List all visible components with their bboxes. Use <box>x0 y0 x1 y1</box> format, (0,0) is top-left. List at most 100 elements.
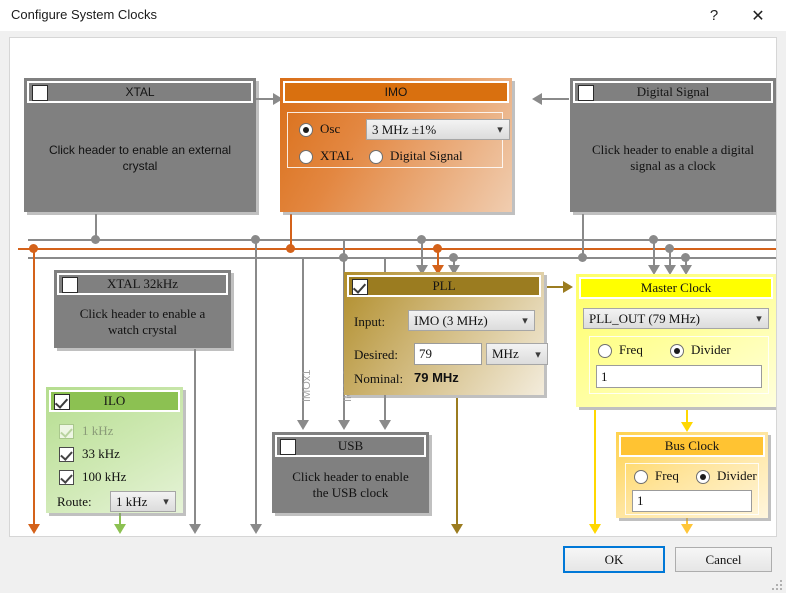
arrow-xtal-output <box>250 524 262 534</box>
block-pll-enable-checkbox[interactable] <box>352 279 368 295</box>
ilo-checkbox-33khz-label: 33 kHz <box>82 446 120 462</box>
wire-dot-pll-feed1 <box>417 235 426 244</box>
imo-radio-digital[interactable] <box>369 150 383 164</box>
block-imo-title: IMO <box>385 85 408 99</box>
wire-dot-mclk-feed1 <box>649 235 658 244</box>
resize-grip[interactable] <box>770 578 782 590</box>
pll-input-combo[interactable]: IMO (3 MHz) ▾ <box>408 310 535 331</box>
block-imo-body: Osc 3 MHz ±1% ▾ XTAL Digital Signal <box>283 106 509 206</box>
arrow-masterclk-output <box>589 524 601 534</box>
imo-radio-osc-label: Osc <box>320 121 340 137</box>
wire-dot-mclk-feed2 <box>665 244 674 253</box>
master-clock-divider-input[interactable]: 1 <box>596 365 762 388</box>
block-usb-header[interactable]: USB <box>275 435 426 457</box>
master-clock-radio-divider-label: Divider <box>691 342 731 358</box>
bus-clock-radio-freq[interactable] <box>634 470 648 484</box>
block-digital-signal-header[interactable]: Digital Signal <box>573 81 773 103</box>
wire-dot-pll-feed2 <box>433 244 442 253</box>
wire-dot-mclk-feed3 <box>681 253 690 262</box>
imo-radio-osc[interactable] <box>299 123 313 137</box>
block-xtal32-header[interactable]: XTAL 32kHz <box>57 273 228 295</box>
block-xtal[interactable]: XTAL Click header to enable an external … <box>24 78 256 212</box>
pll-unit-value: MHz <box>492 346 529 362</box>
close-icon[interactable]: ✕ <box>738 0 778 31</box>
block-ilo-title: ILO <box>104 393 126 409</box>
block-bus-clock[interactable]: Bus Clock Freq Divider 1 <box>616 432 768 518</box>
wire-xtal-rail-down <box>255 239 257 526</box>
pll-desired-value: 79 <box>419 346 432 362</box>
wire-dot-imo <box>286 244 295 253</box>
imo-frequency-value: 3 MHz ±1% <box>372 122 491 138</box>
block-usb[interactable]: USB Click header to enable the USB clock <box>272 432 429 513</box>
wire-dot-imo-rail <box>29 244 38 253</box>
ilo-checkbox-33khz[interactable] <box>59 447 74 462</box>
pll-desired-input[interactable]: 79 <box>414 343 482 365</box>
ilo-checkbox-100khz[interactable] <box>59 470 74 485</box>
arrow-imox2-usb <box>338 420 350 430</box>
block-ilo-header[interactable]: ILO <box>49 390 180 412</box>
wire-dot-pll-feed3 <box>449 253 458 262</box>
block-xtal-header[interactable]: XTAL <box>27 81 253 103</box>
block-pll[interactable]: PLL Input: IMO (3 MHz) ▾ Desired: 79 MHz… <box>344 272 544 395</box>
ok-button[interactable]: OK <box>563 546 665 573</box>
block-digital-signal-body: Click header to enable a digital signal … <box>573 106 773 206</box>
cancel-button[interactable]: Cancel <box>675 547 772 572</box>
wire-dot-xtal-rail <box>251 235 260 244</box>
wire-xtal32-down <box>194 349 196 526</box>
block-pll-header[interactable]: PLL <box>347 275 541 297</box>
block-digital-signal-enable-checkbox[interactable] <box>578 85 594 101</box>
block-xtal32-enable-checkbox[interactable] <box>62 277 78 293</box>
imo-frequency-combo[interactable]: 3 MHz ±1% ▾ <box>366 119 510 140</box>
block-bus-clock-body: Freq Divider 1 <box>619 460 765 512</box>
block-digital-signal[interactable]: Digital Signal Click header to enable a … <box>570 78 776 212</box>
pll-unit-combo[interactable]: MHz ▾ <box>486 343 548 365</box>
block-imo-header[interactable]: IMO <box>283 81 509 103</box>
block-usb-hint: Click header to enable the USB clock <box>275 469 426 501</box>
block-usb-body: Click header to enable the USB clock <box>275 460 426 507</box>
wire-dot-digital <box>578 253 587 262</box>
bus-clock-radio-divider[interactable] <box>696 470 710 484</box>
block-xtal-title: XTAL <box>125 85 154 99</box>
ilo-checkbox-1khz-label: 1 kHz <box>82 423 113 439</box>
pll-input-label: Input: <box>354 314 385 330</box>
help-button[interactable]: ? <box>694 0 734 31</box>
imo-radio-xtal[interactable] <box>299 150 313 164</box>
title-bar: Configure System Clocks ? ✕ <box>0 0 786 31</box>
ilo-route-combo[interactable]: 1 kHz ▾ <box>110 491 176 512</box>
block-digital-signal-hint: Click header to enable a digital signal … <box>573 142 773 174</box>
block-master-clock-header[interactable]: Master Clock <box>579 277 773 299</box>
arrow-pll-to-mclk <box>563 281 573 293</box>
block-xtal32-hint: Click header to enable a watch crystal <box>57 306 228 338</box>
wire-label-imox1: IMOx1 <box>301 370 313 402</box>
block-ilo-enable-checkbox[interactable] <box>54 394 70 410</box>
block-xtal-enable-checkbox[interactable] <box>32 85 48 101</box>
clock-diagram-canvas: IMOx1 IMOx2 <box>9 37 777 537</box>
block-xtal32-body: Click header to enable a watch crystal <box>57 298 228 342</box>
chevron-down-icon: ▾ <box>529 348 547 361</box>
block-imo[interactable]: IMO Osc 3 MHz ±1% ▾ XTAL Digital Signal <box>280 78 512 212</box>
master-clock-source-combo[interactable]: PLL_OUT (79 MHz) ▾ <box>583 308 769 329</box>
bus-clock-radio-divider-label: Divider <box>717 468 757 484</box>
block-xtal32[interactable]: XTAL 32kHz Click header to enable a watc… <box>54 270 231 348</box>
master-clock-radio-divider[interactable] <box>670 344 684 358</box>
block-bus-clock-header[interactable]: Bus Clock <box>619 435 765 457</box>
wire-imo-rail-down <box>33 248 35 526</box>
block-ilo[interactable]: ILO 1 kHz 33 kHz 100 kHz Route: 1 kHz ▾ <box>46 387 183 513</box>
chevron-down-icon: ▾ <box>516 314 534 327</box>
arrow-usb-feed3 <box>379 420 391 430</box>
chevron-down-icon: ▾ <box>750 312 768 325</box>
pll-nominal-label: Nominal: <box>354 371 403 387</box>
block-xtal32-title: XTAL 32kHz <box>107 276 178 292</box>
bus-clock-divider-value: 1 <box>637 493 644 509</box>
wire-bus-gray-bottom <box>28 257 776 259</box>
arrow-busclk-output <box>681 524 693 534</box>
block-usb-enable-checkbox[interactable] <box>280 439 296 455</box>
ilo-checkbox-1khz[interactable] <box>59 424 74 439</box>
ilo-checkbox-100khz-label: 100 kHz <box>82 469 126 485</box>
bus-clock-divider-input[interactable]: 1 <box>632 490 752 512</box>
arrow-xtal32-output <box>189 524 201 534</box>
master-clock-radio-freq[interactable] <box>598 344 612 358</box>
arrow-imo-output <box>28 524 40 534</box>
imo-radio-xtal-label: XTAL <box>320 148 354 164</box>
block-master-clock[interactable]: Master Clock PLL_OUT (79 MHz) ▾ Freq Div… <box>576 274 776 407</box>
